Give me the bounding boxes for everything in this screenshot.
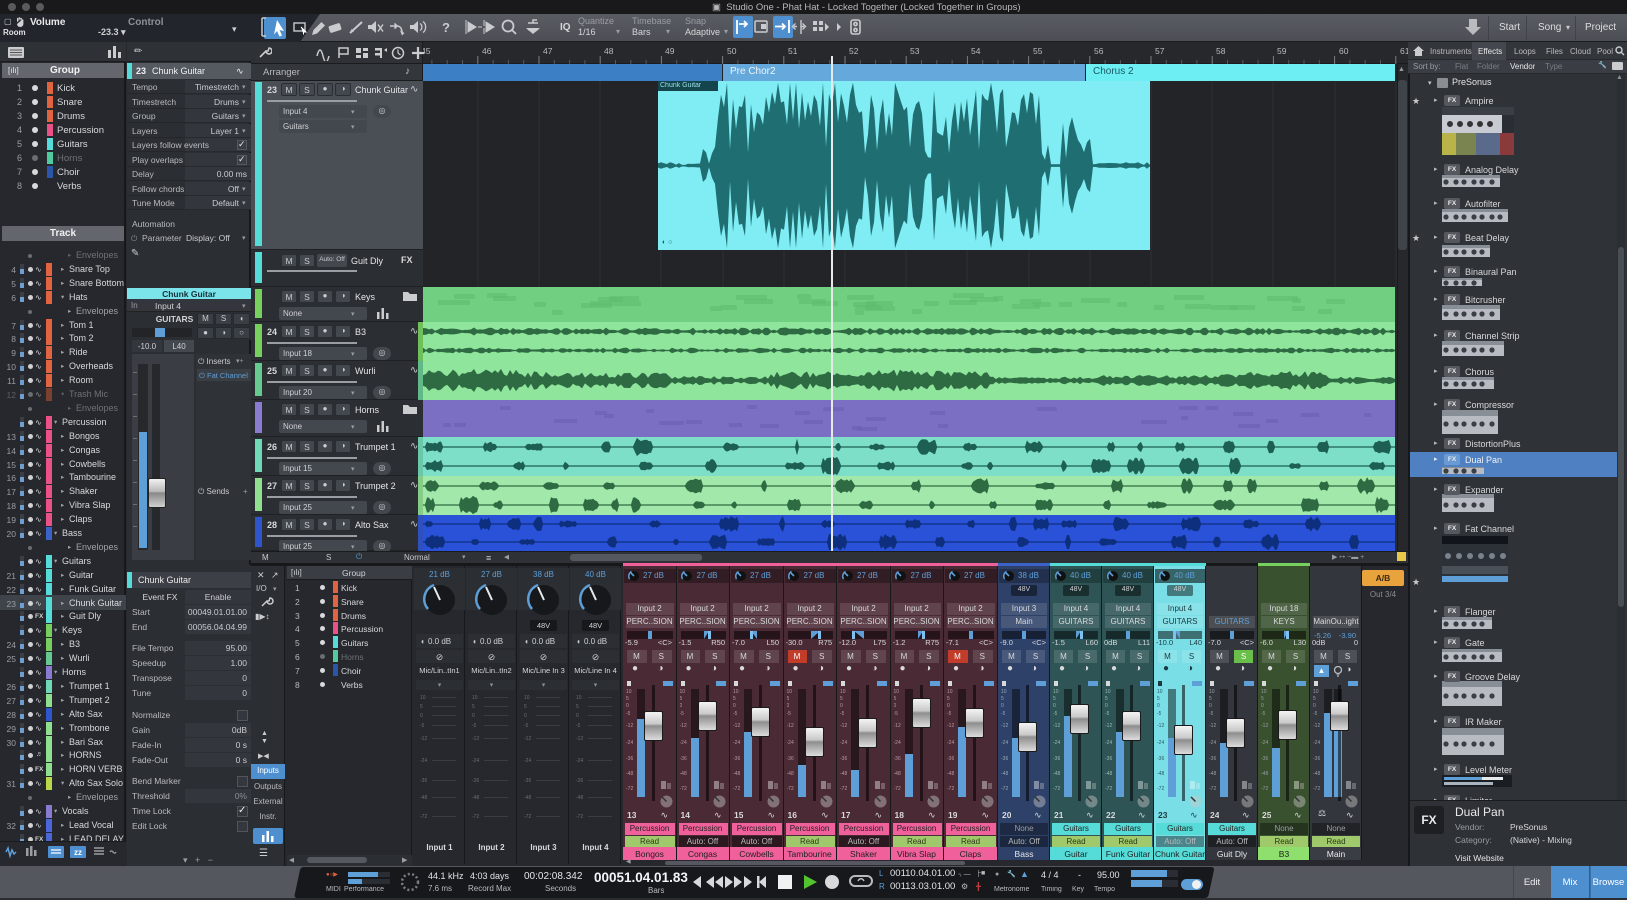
- svg-text:60: 60: [1339, 46, 1349, 56]
- svg-text:48: 48: [604, 46, 614, 56]
- svg-text:55: 55: [1033, 46, 1043, 56]
- svg-text:47: 47: [543, 46, 553, 56]
- svg-text:46: 46: [482, 46, 492, 56]
- svg-text:50: 50: [727, 46, 737, 56]
- svg-text:51: 51: [788, 46, 798, 56]
- svg-text:56: 56: [1094, 46, 1104, 56]
- svg-text:49: 49: [665, 46, 675, 56]
- svg-text:58: 58: [1216, 46, 1226, 56]
- svg-text:52: 52: [849, 46, 859, 56]
- svg-text:53: 53: [910, 46, 920, 56]
- svg-text:54: 54: [971, 46, 981, 56]
- svg-text:57: 57: [1155, 46, 1165, 56]
- svg-text:zz: zz: [74, 848, 82, 857]
- svg-text:61: 61: [1400, 46, 1408, 56]
- svg-text:45: 45: [423, 46, 431, 56]
- svg-text:59: 59: [1277, 46, 1287, 56]
